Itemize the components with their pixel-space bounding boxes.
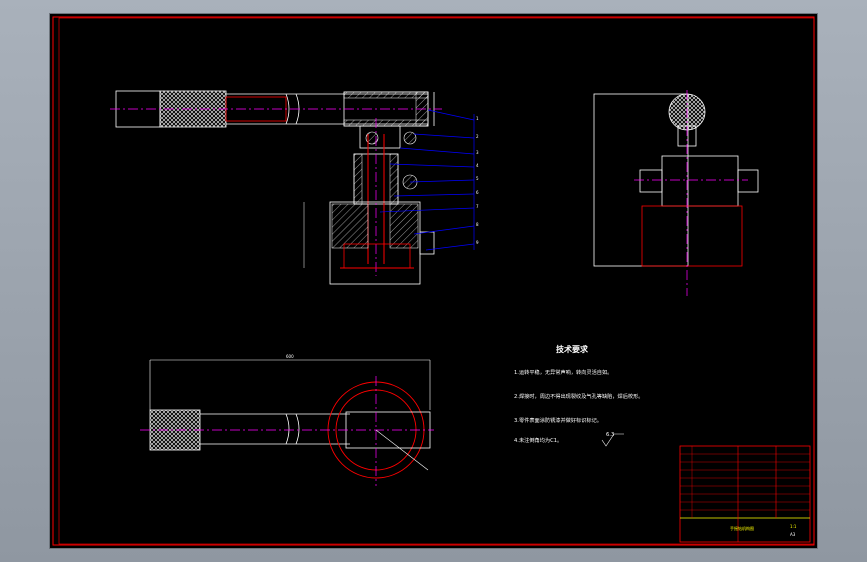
drawing-name: 手摇钻机构图 [730, 525, 754, 531]
svg-text:3: 3 [476, 150, 479, 155]
svg-text:9: 9 [476, 240, 479, 245]
tech-note-2: 2.焊接时，周边不得出现裂纹及气孔等缺陷，焊后校形。 [514, 392, 643, 400]
svg-text:4: 4 [476, 163, 479, 168]
tech-note-3: 3.零件表面涂防锈漆并做好标识标记。 [514, 416, 602, 424]
tech-note-1: 1.运转平稳，无异常声响，转向灵活自如。 [514, 368, 612, 376]
svg-text:5: 5 [476, 176, 479, 181]
technical-requirements: 技术要求 1.运转平稳，无异常声响，转向灵活自如。 2.焊接时，周边不得出现裂纹… [514, 344, 643, 447]
svg-text:7: 7 [476, 204, 479, 209]
drawing-viewport[interactable]: 600 技术要求 1.运转平稳，无异常声响，转向灵活自如。 2.焊接时，周边不得… [50, 14, 817, 548]
top-view: 600 [140, 354, 434, 486]
drawing-material: A3 [790, 532, 796, 537]
tech-note-4: 4.未注倒角均为C1。 [514, 436, 562, 444]
front-view [110, 90, 475, 285]
svg-text:2: 2 [476, 134, 479, 139]
svg-text:6.3: 6.3 [606, 432, 614, 438]
dimension-600: 600 [286, 354, 294, 359]
handle-grip-top [149, 409, 201, 451]
balloon-numbers: 1 2 3 4 5 6 7 8 9 [476, 116, 479, 245]
tech-title: 技术要求 [556, 344, 589, 354]
drawing-scale: 1:1 [790, 524, 797, 529]
side-view [593, 90, 759, 296]
title-block: 手摇钻机构图 1:1 A3 [679, 445, 811, 543]
svg-text:1: 1 [476, 116, 479, 121]
svg-text:6: 6 [476, 190, 479, 195]
svg-text:8: 8 [476, 222, 479, 227]
cad-drawing: 600 技术要求 1.运转平稳，无异常声响，转向灵活自如。 2.焊接时，周边不得… [52, 16, 815, 546]
